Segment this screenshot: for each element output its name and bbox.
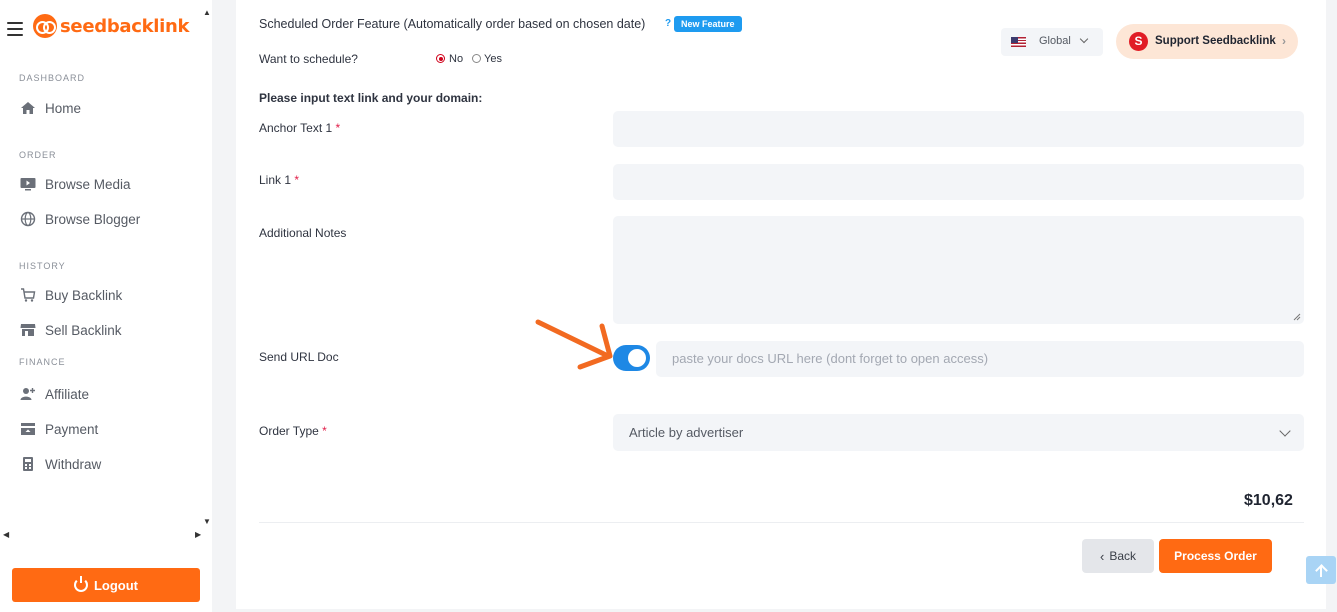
sidebar-item-label: Sell Backlink xyxy=(45,322,122,338)
radio-no-label: No xyxy=(449,53,464,65)
logo[interactable]: seedbacklink xyxy=(33,14,190,38)
send-url-doc-label: Send URL Doc xyxy=(259,350,339,364)
sidebar-item-label: Payment xyxy=(45,421,99,437)
anchor-text-label-text: Anchor Text 1 xyxy=(259,121,333,135)
logo-icon xyxy=(33,14,57,38)
divider xyxy=(259,522,1304,523)
chevron-down-icon xyxy=(1279,425,1291,437)
order-type-label: Order Type * xyxy=(259,424,327,438)
back-label: Back xyxy=(1109,549,1137,563)
cart-icon xyxy=(21,288,36,302)
radio-yes-label: Yes xyxy=(484,53,502,65)
section-label-history: HISTORY xyxy=(19,261,66,271)
sidebar-scroll-up-icon[interactable]: ▲ xyxy=(203,8,211,17)
anchor-text-input[interactable] xyxy=(613,111,1304,147)
monitor-play-icon xyxy=(20,178,36,191)
support-label: Support Seedbacklink xyxy=(1155,35,1276,47)
want-schedule-label: Want to schedule? xyxy=(259,52,358,66)
additional-notes-label: Additional Notes xyxy=(259,226,347,240)
brand-header: seedbacklink ▲ xyxy=(0,0,212,56)
radio-yes[interactable] xyxy=(472,54,481,63)
chevron-left-icon: ‹ xyxy=(1099,548,1105,564)
power-icon xyxy=(73,576,88,592)
required-mark: * xyxy=(322,424,327,438)
withdraw-icon xyxy=(23,457,33,471)
logout-button[interactable]: Logout xyxy=(12,568,200,602)
order-type-value: Article by advertiser xyxy=(629,425,744,440)
order-type-label-text: Order Type xyxy=(259,424,319,438)
sidebar: seedbacklink ▲ DASHBOARD Home ORDER Brow… xyxy=(0,0,212,612)
sidebar-scroll-down-icon[interactable]: ▼ xyxy=(203,517,211,526)
menu-icon[interactable] xyxy=(7,22,23,36)
back-button[interactable]: ‹ Back xyxy=(1082,539,1154,573)
help-icon[interactable]: ? xyxy=(665,18,671,29)
anchor-text-label: Anchor Text 1 * xyxy=(259,121,340,135)
sidebar-item-sell-backlink[interactable]: Sell Backlink xyxy=(19,319,199,341)
sidebar-horizontal-scrollbar[interactable]: ◀ ▶ xyxy=(0,528,212,542)
additional-notes-textarea[interactable] xyxy=(613,216,1304,324)
sidebar-item-browse-blogger[interactable]: Browse Blogger xyxy=(19,208,199,230)
section-label-order: ORDER xyxy=(19,150,57,160)
link-instruction: Please input text link and your domain: xyxy=(259,91,483,105)
payment-icon xyxy=(21,423,35,435)
home-icon xyxy=(21,102,35,114)
us-flag-icon xyxy=(1011,37,1026,47)
sidebar-item-buy-backlink[interactable]: Buy Backlink xyxy=(19,284,199,306)
section-label-finance: FINANCE xyxy=(19,357,66,367)
sidebar-item-withdraw[interactable]: Withdraw xyxy=(19,453,199,475)
sidebar-item-label: Home xyxy=(45,100,82,116)
user-add-icon xyxy=(20,388,35,400)
chevron-right-icon: › xyxy=(1282,34,1286,48)
region-label: Global xyxy=(1039,35,1071,47)
scheduled-feature-label: Scheduled Order Feature (Automatically o… xyxy=(259,17,646,31)
resize-handle-icon[interactable] xyxy=(1293,313,1301,321)
sidebar-item-label: Affiliate xyxy=(45,386,90,402)
sidebar-item-label: Browse Blogger xyxy=(45,211,141,227)
sidebar-item-browse-media[interactable]: Browse Media xyxy=(19,173,199,195)
sidebar-item-label: Browse Media xyxy=(45,176,131,192)
sidebar-item-label: Withdraw xyxy=(45,456,102,472)
doc-url-input[interactable]: paste your docs URL here (dont forget to… xyxy=(656,341,1304,377)
logo-text: seedbacklink xyxy=(60,15,190,37)
support-button[interactable]: S Support Seedbacklink › xyxy=(1116,24,1298,59)
required-mark: * xyxy=(335,121,341,135)
logout-label: Logout xyxy=(93,577,139,593)
sidebar-item-affiliate[interactable]: Affiliate xyxy=(19,383,199,405)
scroll-to-top-button[interactable] xyxy=(1306,556,1336,584)
support-logo-icon: S xyxy=(1129,32,1148,51)
link-label-text: Link 1 xyxy=(259,173,292,187)
process-order-button[interactable]: Process Order xyxy=(1159,539,1272,573)
radio-no[interactable] xyxy=(436,54,445,63)
globe-icon xyxy=(20,211,36,227)
process-order-label: Process Order xyxy=(1174,549,1257,563)
chevron-down-icon xyxy=(1079,34,1089,44)
sidebar-item-home[interactable]: Home xyxy=(19,97,199,119)
required-mark: * xyxy=(294,173,300,187)
order-type-select[interactable]: Article by advertiser xyxy=(613,414,1304,451)
link-input[interactable] xyxy=(613,164,1304,200)
sidebar-item-label: Buy Backlink xyxy=(45,287,123,303)
section-label-dashboard: DASHBOARD xyxy=(19,73,86,83)
region-selector[interactable]: Global xyxy=(1001,28,1103,56)
annotation-arrow-icon xyxy=(535,319,613,370)
doc-url-placeholder: paste your docs URL here (dont forget to… xyxy=(672,351,989,366)
link-label: Link 1 * xyxy=(259,173,299,187)
new-feature-badge: New Feature xyxy=(674,16,742,32)
store-icon xyxy=(20,324,36,336)
order-price: $10,62 xyxy=(1244,492,1293,509)
sidebar-item-payment[interactable]: Payment xyxy=(19,418,199,440)
scroll-right-icon[interactable]: ▶ xyxy=(195,530,201,539)
scroll-left-icon[interactable]: ◀ xyxy=(3,530,9,539)
